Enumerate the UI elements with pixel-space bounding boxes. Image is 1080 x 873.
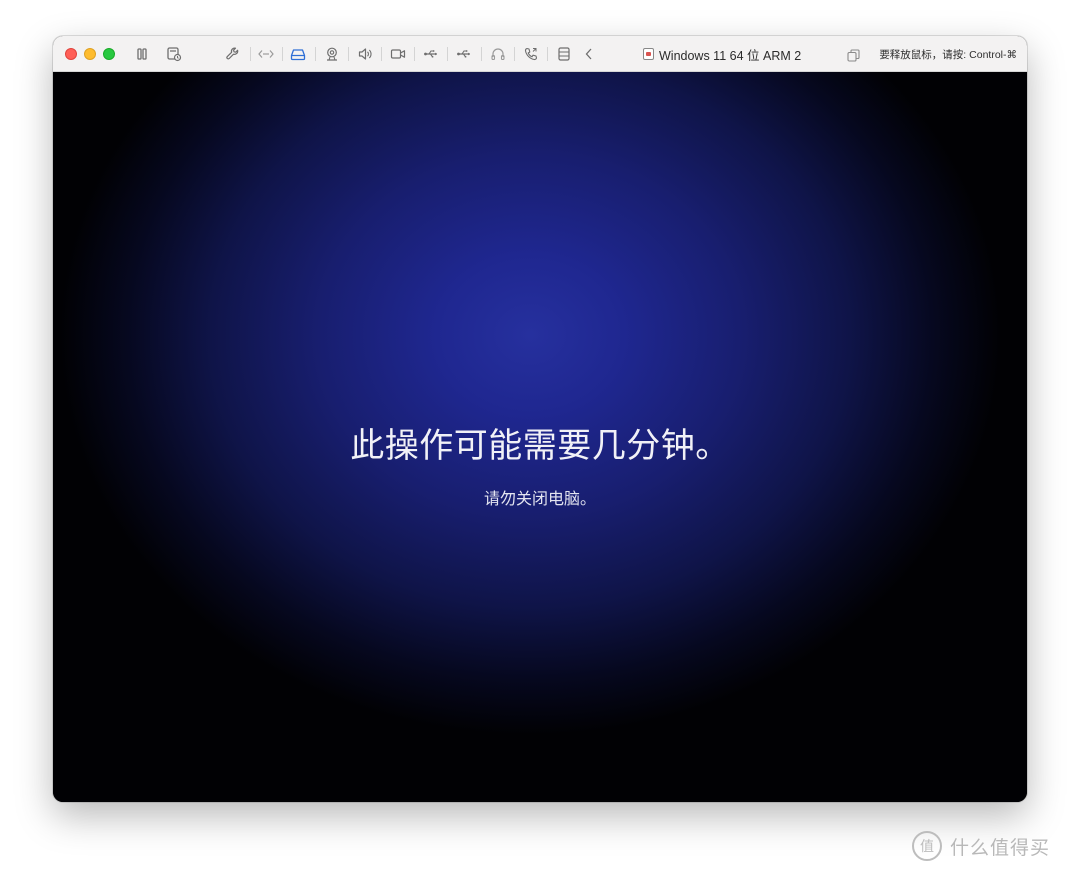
toolbar-divider	[447, 47, 448, 61]
settings-wrench-icon[interactable]	[224, 45, 242, 63]
release-mouse-hint: 要释放鼠标，请按: Control-⌘	[879, 49, 1017, 61]
toolbar-divider	[514, 47, 515, 61]
network-icon[interactable]	[257, 45, 275, 63]
usb-icon[interactable]	[422, 45, 440, 63]
snapshot-icon[interactable]	[165, 45, 183, 63]
sound-icon[interactable]	[356, 45, 374, 63]
toolbar-divider	[282, 47, 283, 61]
vm-os-icon	[643, 48, 654, 60]
vm-title: Windows 11 64 位 ARM 2	[643, 46, 802, 63]
vm-window: Windows 11 64 位 ARM 2 要释放鼠标，请按: Control-…	[53, 36, 1027, 802]
minimize-button[interactable]	[84, 48, 96, 60]
vm-title-text: Windows 11 64 位 ARM 2	[659, 48, 802, 63]
watermark-logo-icon: 值	[912, 831, 942, 861]
storage-stack-icon[interactable]	[555, 45, 573, 63]
toolbar-divider	[381, 47, 382, 61]
toolbar-divider	[250, 47, 251, 61]
toolbar-divider	[348, 47, 349, 61]
zoom-button[interactable]	[103, 48, 115, 60]
watermark-text: 什么值得买	[950, 836, 1051, 859]
camera-icon[interactable]	[323, 45, 341, 63]
copy-icon[interactable]	[847, 47, 860, 66]
setup-heading: 此操作可能需要几分钟。	[350, 426, 730, 466]
phone-icon[interactable]	[522, 45, 540, 63]
vm-screen[interactable]: 此操作可能需要几分钟。 请勿关闭电脑。	[53, 72, 1027, 802]
chevron-left-icon[interactable]	[580, 45, 598, 63]
title-bar: Windows 11 64 位 ARM 2 要释放鼠标，请按: Control-…	[53, 36, 1027, 72]
toolbar-divider	[315, 47, 316, 61]
headphones-icon[interactable]	[489, 45, 507, 63]
hard-disk-icon[interactable]	[289, 45, 307, 63]
setup-subtext: 请勿关闭电脑。	[483, 489, 596, 508]
toolbar-divider	[414, 47, 415, 61]
toolbar-divider	[547, 47, 548, 61]
pause-icon[interactable]	[133, 45, 151, 63]
watermark: 值 什么值得买	[912, 829, 1050, 863]
close-button[interactable]	[65, 48, 77, 60]
video-capture-icon[interactable]	[389, 45, 407, 63]
toolbar-divider	[481, 47, 482, 61]
usb-icon-2[interactable]	[455, 45, 473, 63]
